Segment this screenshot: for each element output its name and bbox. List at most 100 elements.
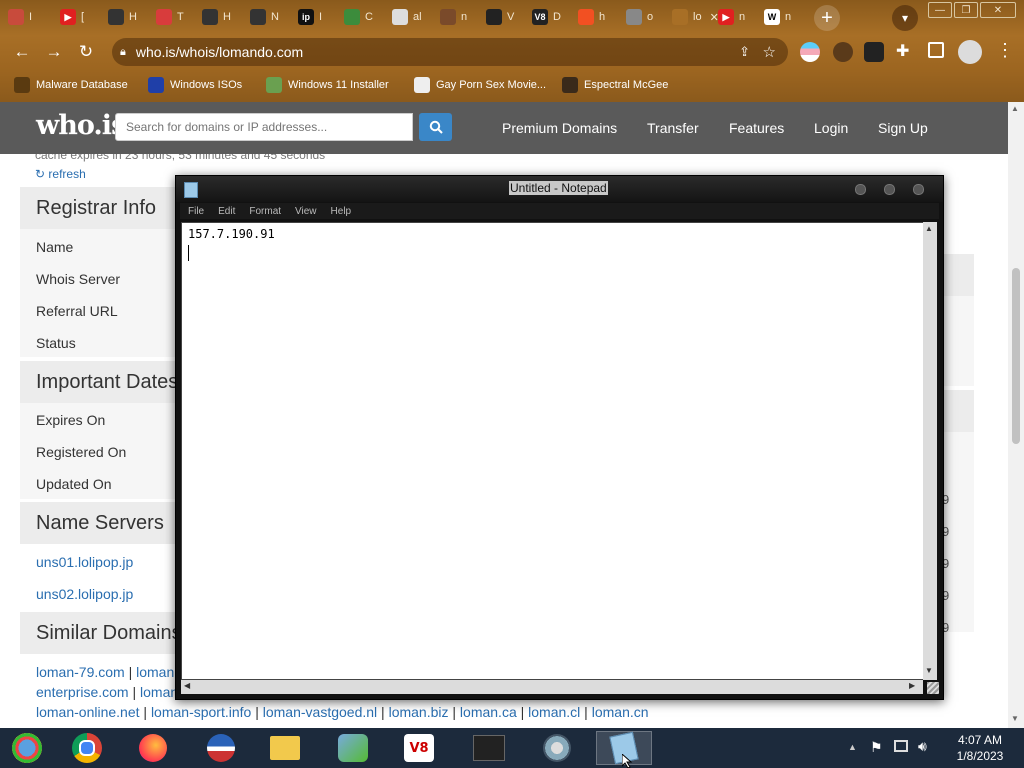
scroll-right-arrow-icon[interactable]: ▶ [909, 681, 915, 690]
menu-edit[interactable]: Edit [218, 206, 235, 217]
similar-domain-link[interactable]: loman [140, 684, 178, 700]
taskbar-chrome[interactable] [64, 731, 110, 765]
scroll-down-arrow-icon[interactable]: ▼ [925, 666, 933, 675]
minimize-button[interactable]: — [928, 2, 952, 18]
nav-sign-up[interactable]: Sign Up [878, 120, 928, 136]
restore-button[interactable]: ❐ [954, 2, 978, 18]
browser-tab[interactable]: h [578, 4, 605, 30]
browser-tab[interactable]: C [344, 4, 373, 30]
refresh-link[interactable]: ↻ refresh [35, 167, 86, 181]
similar-domain-link[interactable]: loman.cn [592, 704, 649, 720]
scroll-left-arrow-icon[interactable]: ◀ [184, 681, 190, 690]
similar-domain-link[interactable]: loman-online.net [36, 704, 140, 720]
tab-title: [ [81, 11, 85, 23]
taskbar-v8[interactable]: V8 [396, 731, 442, 765]
similar-domain-link[interactable]: loman-79.com [36, 664, 125, 680]
resize-grip-icon[interactable] [927, 682, 939, 694]
nav-features[interactable]: Features [729, 120, 784, 136]
scroll-up-arrow-icon[interactable]: ▲ [925, 224, 933, 233]
nav-premium-domains[interactable]: Premium Domains [502, 120, 617, 136]
similar-domain-link[interactable]: loman [136, 664, 174, 680]
notepad-minimize-button[interactable] [855, 184, 866, 195]
browser-tab[interactable]: H [108, 4, 137, 30]
browser-tab[interactable]: lo ✕ [672, 4, 719, 30]
notepad-horizontal-scrollbar[interactable]: ◀ ▶ [181, 680, 923, 694]
bookmark-item[interactable]: Windows ISOs [148, 76, 242, 94]
reload-icon[interactable]: ↻ [74, 40, 98, 64]
scroll-down-arrow-icon[interactable]: ▼ [1011, 714, 1019, 723]
browser-tab[interactable]: I [8, 4, 32, 30]
extension-flag-icon[interactable] [800, 42, 820, 62]
browser-tab[interactable]: ▶[ [60, 4, 84, 30]
browser-tab[interactable]: N [250, 4, 279, 30]
close-window-button[interactable]: ✕ [980, 2, 1016, 18]
browser-tab[interactable]: n [440, 4, 467, 30]
browser-tab[interactable]: ip I [298, 4, 322, 30]
taskbar-messenger[interactable] [330, 731, 376, 765]
notepad-vertical-scrollbar[interactable]: ▲ ▼ [923, 222, 937, 680]
taskbar-media-app[interactable] [534, 731, 580, 765]
page-scrollbar-thumb[interactable] [1012, 268, 1020, 444]
name-server-link[interactable]: uns02.lolipop.jp [36, 586, 133, 602]
share-icon[interactable]: ⇪ [739, 44, 750, 60]
search-button[interactable] [419, 113, 452, 141]
name-server-link[interactable]: uns01.lolipop.jp [36, 554, 133, 570]
action-center-flag-icon[interactable]: ⚑ [870, 739, 883, 756]
notepad-titlebar[interactable]: Untitled - Notepad [176, 176, 943, 202]
browser-tab[interactable]: al [392, 4, 422, 30]
extension-eyes-icon[interactable] [864, 42, 884, 62]
taskbar-file-explorer[interactable] [262, 731, 308, 765]
side-panel-icon[interactable] [928, 42, 944, 58]
taskbar-warning-app[interactable] [466, 731, 512, 765]
menu-file[interactable]: File [188, 206, 204, 217]
similar-domain-link[interactable]: loman.cl [528, 704, 580, 720]
tab-search-button[interactable]: ▾ [892, 5, 918, 31]
menu-view[interactable]: View [295, 206, 317, 217]
similar-domain-link[interactable]: loman.ca [460, 704, 517, 720]
browser-tab[interactable]: T [156, 4, 184, 30]
volume-icon[interactable]: 🔊︎ [918, 738, 927, 755]
search-input[interactable] [115, 113, 413, 141]
extensions-puzzle-icon[interactable]: ✚ [896, 41, 909, 61]
menu-format[interactable]: Format [249, 206, 281, 217]
network-icon[interactable] [894, 740, 908, 752]
site-logo[interactable]: who.is [36, 110, 126, 141]
page-scrollbar[interactable]: ▲ ▼ [1008, 102, 1024, 728]
bookmark-item[interactable]: Malware Database [14, 76, 128, 94]
browser-tab[interactable]: V8 D [532, 4, 561, 30]
notepad-text-area[interactable]: 157.7.190.91 [181, 222, 927, 680]
forward-icon[interactable]: → [42, 40, 66, 64]
show-hidden-icons-icon[interactable]: ▲ [848, 742, 857, 752]
menu-help[interactable]: Help [331, 206, 352, 217]
similar-domain-link[interactable]: loman-sport.info [151, 704, 251, 720]
taskbar-campaign-app[interactable] [198, 731, 244, 765]
taskbar-clock[interactable]: 4:07 AM 1/8/2023 [944, 732, 1016, 764]
notepad-maximize-button[interactable] [884, 184, 895, 195]
profile-avatar-icon[interactable] [958, 40, 982, 64]
address-bar[interactable]: 🔒︎ who.is/whois/lomando.com ⇪ ☆ [112, 38, 788, 66]
browser-tab[interactable]: o [626, 4, 653, 30]
extension-face-icon[interactable] [833, 42, 853, 62]
similar-domain-link[interactable]: loman-vastgoed.nl [263, 704, 377, 720]
similar-domain-link[interactable]: loman.biz [389, 704, 449, 720]
scroll-up-arrow-icon[interactable]: ▲ [1011, 104, 1019, 113]
browser-tab[interactable]: V [486, 4, 514, 30]
bookmark-item[interactable]: Gay Porn Sex Movie... [414, 76, 546, 94]
browser-tab[interactable]: Wn [764, 4, 791, 30]
notepad-close-button[interactable] [913, 184, 924, 195]
browser-tab[interactable]: ▶ n [718, 4, 745, 30]
tab-title: lo [693, 11, 702, 23]
browser-tab[interactable]: H [202, 4, 231, 30]
chrome-menu-icon[interactable]: ⋮ [996, 40, 1014, 61]
bookmark-star-icon[interactable]: ☆ [763, 43, 776, 61]
bookmark-item[interactable]: Espectral McGee [562, 76, 668, 94]
start-button[interactable] [4, 731, 50, 765]
nav-login[interactable]: Login [814, 120, 848, 136]
back-icon[interactable]: ← [10, 40, 34, 64]
notepad-window[interactable]: Untitled - Notepad File Edit Format View… [175, 175, 944, 700]
taskbar-firefox[interactable] [130, 731, 176, 765]
new-tab-button[interactable]: + [814, 5, 840, 31]
bookmark-item[interactable]: Windows 11 Installer [266, 76, 389, 94]
nav-transfer[interactable]: Transfer [647, 120, 699, 136]
similar-domain-link[interactable]: enterprise.com [36, 684, 129, 700]
